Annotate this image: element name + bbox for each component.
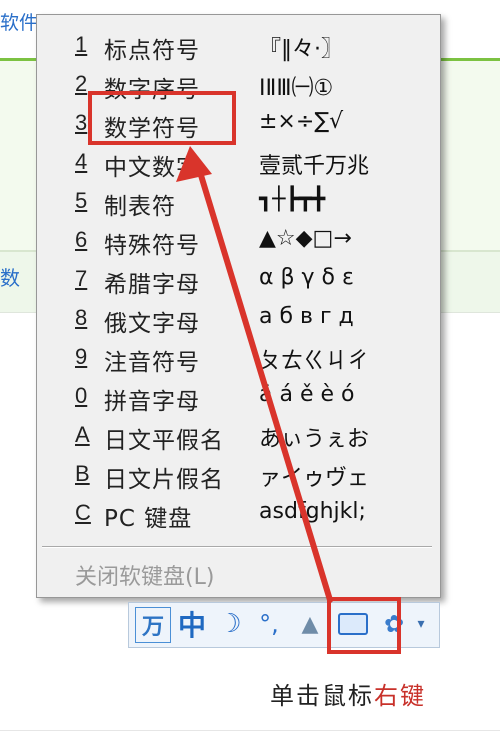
menu-item-key: 8 bbox=[75, 305, 88, 330]
menu-item-table-chars[interactable]: 5 制表符 ┓┼┣┳╋ bbox=[37, 183, 440, 222]
tab-fragment[interactable]: 数 bbox=[0, 262, 20, 291]
user-icon[interactable]: ▲ bbox=[295, 607, 325, 641]
menu-item-katakana[interactable]: B 日文片假名 ァイゥヴェ bbox=[37, 456, 440, 495]
menu-item-label: 拼音字母 bbox=[104, 389, 200, 415]
chinese-mode-icon[interactable]: 中 bbox=[175, 607, 209, 642]
menu-item-label: PC 键盘 bbox=[104, 506, 193, 532]
menu-item-preview: ㄆㄊㄍㄐㄔ bbox=[259, 349, 370, 374]
menu-item-label: 日文平假名 bbox=[104, 428, 224, 454]
menu-item-label: 标点符号 bbox=[104, 38, 200, 64]
menu-item-key: 5 bbox=[75, 188, 88, 213]
menu-item-preview: ァイゥヴェ bbox=[259, 466, 370, 491]
menu-item-label: 注音符号 bbox=[104, 350, 200, 376]
menu-item-preview: α β γ δ ε bbox=[259, 265, 354, 290]
menu-item-key: 4 bbox=[75, 149, 88, 174]
half-width-icon[interactable]: ☽ bbox=[215, 607, 245, 641]
menu-item-key: 7 bbox=[75, 266, 88, 291]
menu-item-pc-keyboard[interactable]: C PC 键盘 asdfghjkl; bbox=[37, 495, 440, 534]
menu-item-preview: ▲☆◆□→ bbox=[259, 226, 352, 251]
menu-item-label: 中文数字 bbox=[104, 155, 200, 181]
close-soft-keyboard-label: 关闭软键盘 bbox=[75, 565, 186, 590]
menu-item-label: 俄文字母 bbox=[104, 311, 200, 337]
menu-item-preview: 壹贰千万兆 bbox=[259, 154, 370, 179]
menu-item-preview: ā á ě è ó bbox=[259, 382, 355, 407]
bottom-divider bbox=[0, 730, 500, 731]
highlight-box-soft-keyboard bbox=[327, 597, 401, 654]
highlight-box-math-symbols bbox=[88, 91, 236, 145]
menu-item-key: 1 bbox=[75, 32, 88, 57]
chevron-down-icon[interactable]: ▾ bbox=[409, 607, 433, 641]
menu-item-special-symbols[interactable]: 6 特殊符号 ▲☆◆□→ bbox=[37, 222, 440, 261]
menu-item-preview: 『‖々·〗 bbox=[259, 37, 343, 62]
menu-item-key: B bbox=[75, 461, 90, 486]
menu-item-key: C bbox=[75, 500, 91, 525]
menu-item-key: 2 bbox=[75, 71, 88, 96]
menu-separator bbox=[42, 546, 432, 548]
menu-item-preview: ±×÷∑√ bbox=[259, 109, 344, 134]
top-link[interactable]: 软件 bbox=[0, 8, 38, 35]
punctuation-icon[interactable]: °, bbox=[249, 607, 289, 641]
menu-item-key: 9 bbox=[75, 344, 88, 369]
menu-item-key: 0 bbox=[75, 383, 88, 408]
wubi-icon[interactable]: 万 bbox=[135, 607, 171, 643]
menu-item-key: 3 bbox=[75, 110, 88, 135]
menu-item-key: 6 bbox=[75, 227, 88, 252]
menu-item-preview: asdfghjkl; bbox=[259, 499, 366, 524]
caption-highlight: 右键 bbox=[374, 682, 426, 710]
caption: 单击鼠标右键 bbox=[270, 676, 426, 711]
menu-item-punctuation[interactable]: 1 标点符号 『‖々·〗 bbox=[37, 27, 440, 66]
menu-item-preview: ┓┼┣┳╋ bbox=[259, 187, 326, 212]
menu-item-greek[interactable]: 7 希腊字母 α β γ δ ε bbox=[37, 261, 440, 300]
menu-item-label: 制表符 bbox=[104, 194, 176, 220]
menu-item-pinyin[interactable]: 0 拼音字母 ā á ě è ó bbox=[37, 378, 440, 417]
close-soft-keyboard-key: (L) bbox=[185, 565, 215, 590]
close-soft-keyboard-item[interactable]: 关闭软键盘(L) bbox=[75, 559, 214, 591]
menu-item-russian[interactable]: 8 俄文字母 а б в г д bbox=[37, 300, 440, 339]
menu-item-hiragana[interactable]: A 日文平假名 あぃうぇお bbox=[37, 417, 440, 456]
caption-prefix: 单击鼠标 bbox=[270, 682, 374, 710]
menu-item-preview: ⅠⅡⅢ㈠① bbox=[259, 76, 334, 101]
menu-item-preview: あぃうぇお bbox=[259, 427, 370, 452]
menu-item-label: 日文片假名 bbox=[104, 467, 224, 493]
menu-item-preview: а б в г д bbox=[259, 304, 354, 329]
menu-item-key: A bbox=[75, 422, 90, 447]
menu-item-label: 特殊符号 bbox=[104, 233, 200, 259]
menu-item-chinese-numerals[interactable]: 4 中文数字 壹贰千万兆 bbox=[37, 144, 440, 183]
menu-item-label: 希腊字母 bbox=[104, 272, 200, 298]
menu-item-zhuyin[interactable]: 9 注音符号 ㄆㄊㄍㄐㄔ bbox=[37, 339, 440, 378]
